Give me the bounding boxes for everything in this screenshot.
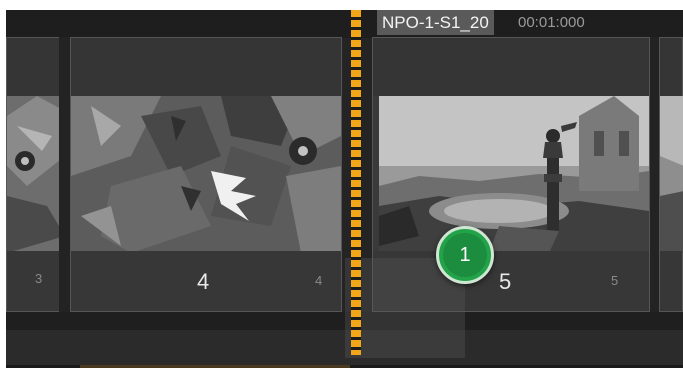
storyboard-panel-next[interactable]	[659, 37, 683, 312]
comment-count: 1	[443, 233, 487, 277]
clip-name-label: NPO-1-S1_20	[377, 10, 494, 35]
panel-header	[71, 38, 341, 96]
panel-header	[660, 38, 682, 96]
panel-thumbnail	[660, 96, 683, 253]
panel-thumbnail	[379, 96, 649, 253]
panel-number: 4	[197, 269, 210, 294]
clip-timecode: 00:01:000	[518, 14, 585, 31]
panel-index-small: 4	[315, 273, 323, 288]
panel-thumbnail	[71, 96, 341, 253]
storyboard-panel-3[interactable]: 3	[6, 37, 65, 312]
panel-header	[7, 38, 63, 96]
panel-footer	[660, 251, 682, 311]
panel-index-small: 5	[611, 273, 619, 288]
playhead-marker[interactable]	[351, 10, 361, 355]
timeline-scroll-thumb[interactable]	[80, 365, 350, 368]
panel-separator	[59, 37, 70, 312]
panel-footer: 4 4	[71, 251, 341, 311]
comment-count-badge[interactable]: 1	[436, 226, 494, 284]
panel-footer: 3	[7, 251, 63, 311]
panel-thumbnail	[7, 96, 65, 253]
panel-separator	[650, 37, 659, 312]
storyboard-panel-4[interactable]: 4 4	[70, 37, 342, 312]
panel-number: 5	[499, 269, 512, 294]
panel-header	[373, 38, 649, 96]
panel-index-small: 3	[35, 271, 43, 286]
